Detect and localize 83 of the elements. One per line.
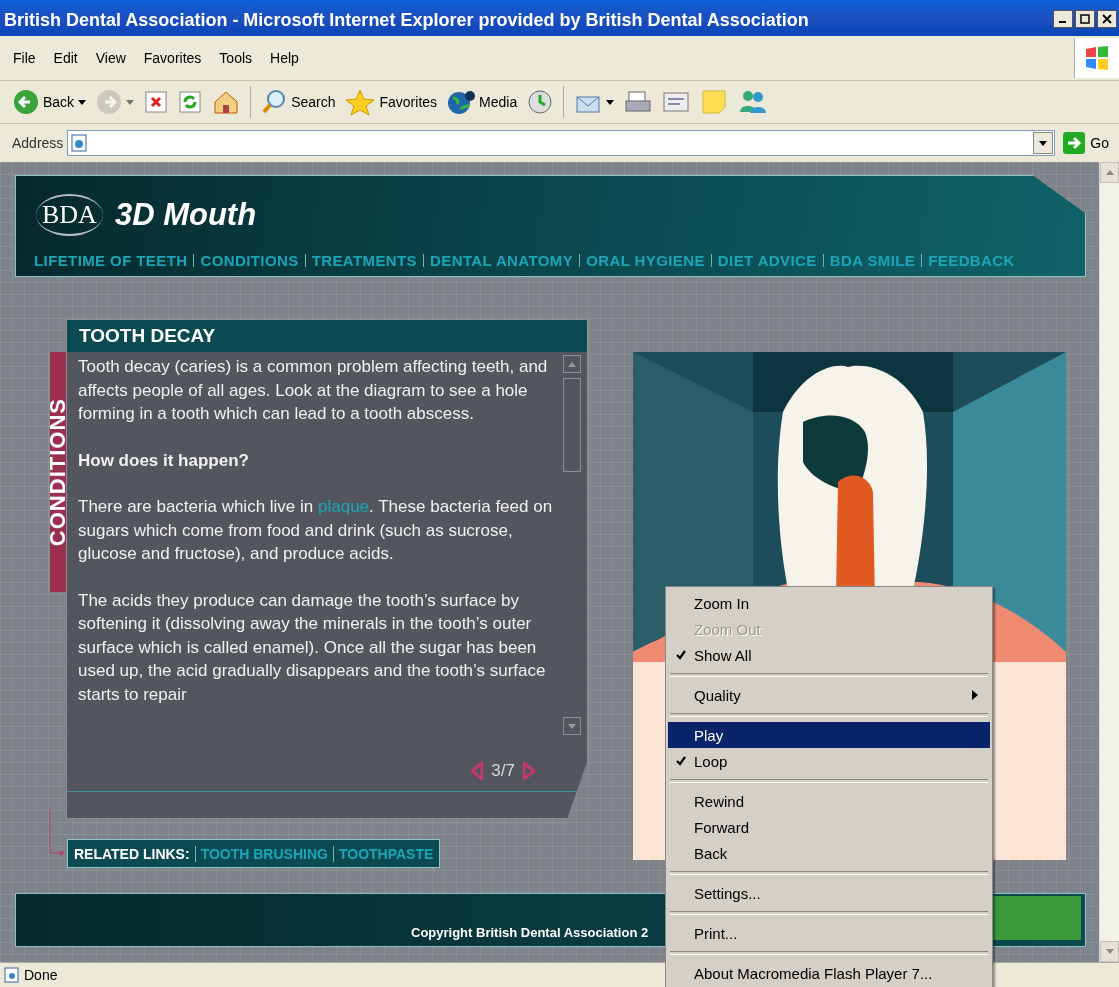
toolbar-button[interactable]: Favorites: [342, 86, 441, 118]
menu-item[interactable]: Show All: [668, 642, 990, 668]
nav-link[interactable]: DENTAL ANATOMY: [430, 252, 574, 269]
maximize-button[interactable]: [1075, 10, 1095, 28]
address-field[interactable]: [67, 130, 1056, 156]
stop-icon: [144, 90, 169, 114]
caret-icon: [606, 99, 615, 105]
leader-line: [47, 808, 67, 859]
nav-link[interactable]: TREATMENTS: [311, 252, 418, 269]
article-paragraph: There are bacteria which live in plaque. These bacteria feed on sugars which come from food and drink (such as sucrose, glucose and fructose), and produce acids.: [78, 496, 554, 565]
menu-item[interactable]: View: [86, 50, 135, 66]
right-triangle-icon: [523, 762, 535, 780]
scroll-up-button[interactable]: [563, 355, 581, 373]
check-icon: [676, 756, 686, 766]
scroll-down-button[interactable]: [1100, 941, 1119, 962]
star-icon: [345, 88, 376, 116]
close-button[interactable]: [1097, 10, 1117, 28]
article-paragraph: Tooth decay (caries) is a common problem affecting teeth, and affects people of all ages. Look at the diagram to see a hole forming in a tooth which can lead to a tooth abscess.: [78, 356, 549, 425]
submenu-arrow-icon: [972, 690, 978, 700]
caret-icon: [126, 99, 135, 105]
previous-button[interactable]: [471, 762, 484, 780]
clock-icon: [527, 89, 554, 115]
menu-item[interactable]: Tools: [210, 50, 262, 66]
menu-item[interactable]: Quality: [668, 682, 990, 708]
home-icon: [212, 89, 241, 115]
menu-item[interactable]: Edit: [44, 50, 87, 66]
menu-item[interactable]: Zoom In: [668, 590, 990, 616]
check-icon: [676, 650, 686, 660]
caret-icon: [1039, 140, 1048, 146]
menu-item[interactable]: Play: [668, 722, 990, 748]
article-paragraph: The acids they produce can damage the tooth’s surface by softening it (dissolving away the minerals in the tooth’s outer surface which is called enamel). Once all the sugar has been used up, the acid gradually disappears and the tooth’s surface starts to repair: [78, 589, 547, 706]
menu-item[interactable]: About Macromedia Flash Player 7...: [668, 960, 990, 986]
menu-item[interactable]: Back: [668, 840, 990, 866]
address-label: Address: [12, 135, 64, 151]
scroll-thumb[interactable]: [563, 378, 581, 472]
close-icon: [1102, 14, 1112, 24]
maximize-icon: [1080, 14, 1090, 24]
site-title: 3D Mouth: [114, 197, 257, 233]
go-button[interactable]: Go: [1059, 132, 1113, 154]
dropdown-button[interactable]: [1033, 132, 1054, 154]
article-heading: How does it happen?: [78, 449, 250, 472]
printer-icon: [624, 89, 653, 115]
status-text: Done: [24, 967, 58, 983]
refresh-icon: [178, 90, 203, 114]
toolbar-button[interactable]: Media: [444, 87, 521, 117]
menu-item[interactable]: Favorites: [134, 50, 211, 66]
note-icon: [700, 88, 729, 116]
scroll-up-button[interactable]: [1100, 162, 1119, 183]
menu-item[interactable]: Print...: [668, 920, 990, 946]
globe-icon: [447, 89, 476, 115]
magnifier-icon: [261, 89, 288, 115]
menu-item[interactable]: File: [4, 50, 45, 66]
menu-item[interactable]: Help: [261, 50, 308, 66]
toolbar-button[interactable]: Search: [258, 87, 339, 117]
caret-icon: [78, 99, 87, 105]
scrollbar[interactable]: [1099, 162, 1119, 962]
menu-item[interactable]: Settings...: [668, 880, 990, 906]
menu-item[interactable]: Rewind: [668, 788, 990, 814]
nav-link[interactable]: CONDITIONS: [200, 252, 299, 269]
window-title: British Dental Association - Microsoft Internet Explorer provided by British Dental Association: [4, 10, 809, 31]
down-arrow-icon: [1105, 949, 1114, 954]
panel-title: TOOTH DECAY: [79, 325, 216, 347]
section-label: CONDITIONS: [45, 397, 71, 547]
site-logo[interactable]: BDA: [36, 194, 103, 236]
left-triangle-icon: [471, 762, 484, 780]
next-button[interactable]: [523, 762, 535, 780]
copyright-text: Copyright British Dental Association 2: [411, 925, 649, 940]
page-counter: 3/7: [491, 761, 515, 781]
up-arrow-icon: [568, 361, 576, 367]
down-arrow-icon: [568, 723, 576, 729]
page-icon: [4, 967, 20, 983]
flag-icon: [1084, 45, 1110, 71]
minimize-button[interactable]: [1053, 10, 1073, 28]
document-icon: [662, 89, 691, 115]
toolbar-button[interactable]: Back: [10, 87, 90, 117]
up-arrow-icon: [1105, 170, 1114, 175]
people-icon: [738, 88, 769, 116]
scroll-down-button[interactable]: [563, 717, 581, 735]
menu-item[interactable]: Forward: [668, 814, 990, 840]
related-links-label: RELATED LINKS:: [74, 845, 190, 862]
page-icon: [70, 134, 89, 152]
menu-item[interactable]: Loop: [668, 748, 990, 774]
nav-link[interactable]: LIFETIME OF TEETH: [34, 252, 188, 269]
